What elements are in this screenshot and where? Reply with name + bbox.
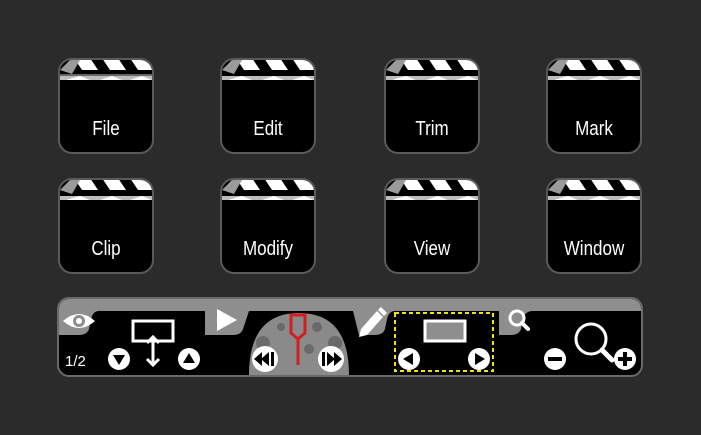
- clapperboard-icon: [60, 180, 152, 200]
- up-circle-icon[interactable]: [178, 348, 200, 370]
- page-indicator: 1/2: [65, 353, 86, 370]
- clapperboard-icon: [222, 60, 314, 80]
- zoom-in-icon[interactable]: [614, 348, 636, 370]
- zoom-magnifier-icon: [574, 322, 615, 363]
- tile-label: File: [92, 118, 120, 140]
- clapperboard-icon: [548, 180, 640, 200]
- tile-modify[interactable]: Modify: [220, 178, 316, 274]
- tile-label: Trim: [415, 118, 449, 140]
- tile-edit[interactable]: Edit: [220, 58, 316, 154]
- track-height-control[interactable]: [131, 319, 175, 368]
- right-circle-icon[interactable]: [468, 348, 490, 370]
- tile-label: Mark: [575, 118, 613, 140]
- tile-label: Clip: [91, 238, 121, 260]
- down-circle-icon[interactable]: [108, 348, 130, 370]
- left-circle-icon[interactable]: [398, 348, 420, 370]
- tile-label: Edit: [253, 118, 283, 140]
- clapperboard-icon: [548, 60, 640, 80]
- tile-clip[interactable]: Clip: [58, 178, 154, 274]
- tab-strip: [59, 299, 641, 335]
- tile-file[interactable]: File: [58, 58, 154, 154]
- tile-mark[interactable]: Mark: [546, 58, 642, 154]
- tile-view[interactable]: View: [384, 178, 480, 274]
- clapperboard-icon: [60, 60, 152, 100]
- clapperboard-icon: [222, 180, 314, 200]
- tile-label: Window: [563, 238, 625, 260]
- tile-label: View: [413, 238, 451, 260]
- clapperboard-icon: [386, 180, 478, 200]
- fast-forward-icon[interactable]: [318, 346, 344, 372]
- zoom-out-icon[interactable]: [544, 348, 566, 370]
- transport-toolbar: 1/2: [57, 297, 643, 377]
- tile-label: Modify: [242, 238, 294, 260]
- rewind-icon[interactable]: [252, 346, 278, 372]
- tile-trim[interactable]: Trim: [384, 58, 480, 154]
- clapperboard-icon: [386, 60, 478, 80]
- tile-window[interactable]: Window: [546, 178, 642, 274]
